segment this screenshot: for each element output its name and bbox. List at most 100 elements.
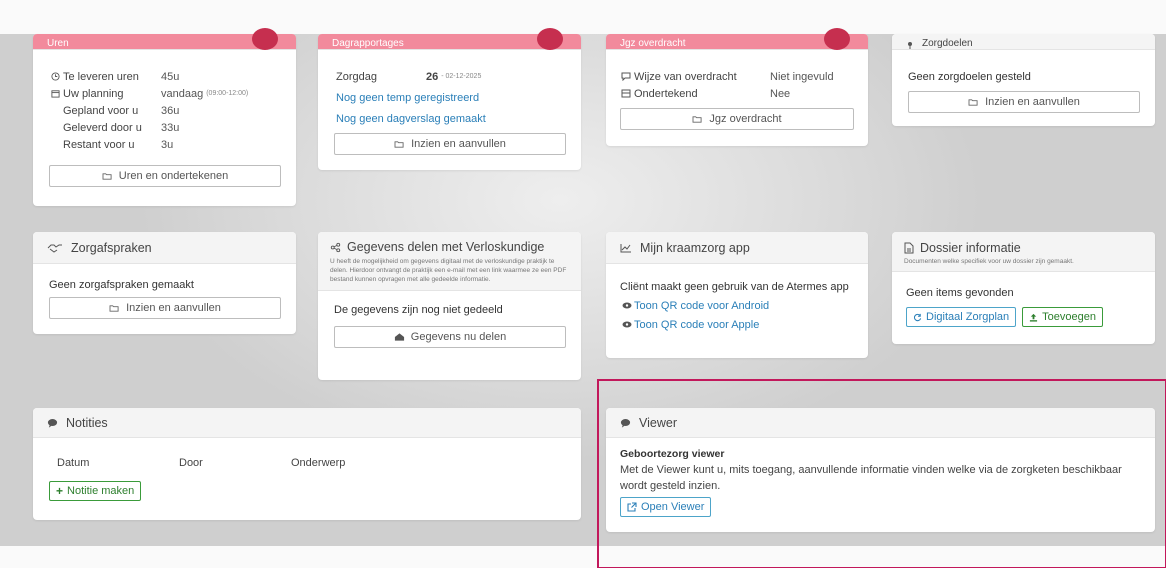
folder-open-icon (109, 304, 120, 313)
badge-icon (537, 28, 563, 50)
uren-card: Uren Te leveren uren 45u Uw planning van… (33, 28, 296, 206)
pin-icon (906, 41, 914, 49)
jgz-card: Jgz overdracht Wijze van overdracht Niet… (606, 28, 868, 146)
notitie-maken-label: Notitie maken (67, 485, 135, 497)
notities-table-header: Datum Door Onderwerp (49, 454, 565, 471)
badge-icon (824, 28, 850, 50)
restant-value: 3u (161, 138, 174, 151)
folder-open-icon (692, 115, 703, 124)
planning-time: (09:00-12:00) (206, 90, 249, 97)
zorgafspraken-card-header: Zorgafspraken (33, 232, 296, 264)
dagrapportages-button-label: Inzien en aanvullen (411, 138, 506, 150)
dagverslag-link[interactable]: Nog geen dagverslag gemaakt (336, 110, 565, 127)
viewer-card: Viewer Geboortezorg viewer Met de Viewer… (606, 408, 1155, 532)
uren-title: Uren (47, 38, 69, 49)
chart-line-icon (620, 243, 632, 253)
viewer-heading: Geboortezorg viewer (620, 448, 725, 460)
table-icon (620, 89, 632, 98)
zorgafspraken-title: Zorgafspraken (71, 240, 152, 255)
dagrapportages-inzien-button[interactable]: Inzien en aanvullen (334, 133, 566, 155)
apple-qr-link[interactable]: Toon QR code voor Apple (634, 319, 759, 331)
document-icon (904, 242, 914, 254)
external-link-icon (627, 502, 637, 512)
jgz-overdracht-button[interactable]: Jgz overdracht (620, 108, 854, 130)
ondertekend-value: Nee (770, 87, 791, 100)
toevoegen-button[interactable]: Toevoegen (1022, 307, 1103, 327)
te-leveren-value: 45u (161, 70, 180, 83)
viewer-text: Met de Viewer kunt u, mits toegang, aanv… (620, 464, 1122, 492)
zorgafspraken-card: Zorgafspraken Geen zorgafspraken gemaakt… (33, 232, 296, 334)
app-status: Cliënt maakt geen gebruik van de Atermes… (620, 280, 849, 293)
gepland-value: 36u (161, 104, 180, 117)
zorgdoelen-empty: Geen zorgdoelen gesteld (908, 70, 1031, 83)
uren-ondertekenen-button[interactable]: Uren en ondertekenen (49, 165, 281, 187)
ondertekend-label: Ondertekend (634, 87, 698, 100)
folder-open-icon (968, 98, 979, 107)
planning-label: Uw planning (63, 87, 124, 100)
share-box-icon (394, 332, 405, 342)
column-onderwerp[interactable]: Onderwerp (291, 457, 345, 469)
column-datum[interactable]: Datum (57, 457, 179, 469)
gegevens-delen-label: Gegevens nu delen (410, 331, 507, 343)
handshake-icon (47, 243, 63, 253)
te-leveren-label: Te leveren uren (63, 70, 139, 83)
digitaal-zorgplan-label: Digitaal Zorgplan (926, 311, 1010, 323)
column-door[interactable]: Door (179, 457, 291, 469)
zorgdoelen-inzien-button[interactable]: Inzien en aanvullen (908, 91, 1140, 113)
folder-open-icon (394, 140, 405, 149)
dossier-title: Dossier informatie (920, 241, 1021, 255)
verloskundige-card-header: Gegevens delen met Verloskundige U heeft… (318, 232, 581, 291)
eye-icon (620, 321, 634, 328)
notities-title: Notities (66, 415, 108, 430)
share-icon (330, 242, 341, 253)
dossier-card: Dossier informatie Documenten welke spec… (892, 232, 1155, 344)
dagrapportages-card: Dagrapportages Zorgdag 26 - 02-12-2025 N… (318, 28, 581, 170)
toevoegen-label: Toevoegen (1042, 311, 1096, 323)
geleverd-value: 33u (161, 121, 180, 134)
zorgdoelen-card-header: Zorgdoelen (892, 34, 1155, 50)
geleverd-label: Geleverd door u (63, 121, 142, 134)
clock-icon (49, 72, 61, 81)
upload-icon (1029, 313, 1038, 322)
digitaal-zorgplan-button[interactable]: Digitaal Zorgplan (906, 307, 1017, 327)
zorgafspraken-inzien-button[interactable]: Inzien en aanvullen (49, 297, 281, 319)
open-viewer-label: Open Viewer (641, 501, 705, 513)
zorgdag-label: Zorgdag (336, 70, 377, 83)
verloskundige-status: De gegevens zijn nog niet gedeeld (334, 303, 503, 316)
zorgdoelen-button-label: Inzien en aanvullen (985, 96, 1080, 108)
gepland-label: Gepland voor u (63, 104, 139, 117)
temp-link[interactable]: Nog geen temp geregistreerd (336, 89, 565, 106)
viewer-card-header: Viewer (606, 408, 1155, 438)
dagrapportages-title: Dagrapportages (332, 38, 404, 49)
viewer-title: Viewer (639, 415, 677, 430)
planning-value: vandaag (161, 87, 204, 100)
wijze-label: Wijze van overdracht (634, 70, 737, 83)
folder-open-icon (102, 172, 113, 181)
eye-icon (620, 302, 634, 309)
dossier-empty: Geen items gevonden (906, 286, 1014, 299)
app-card-header: Mijn kraamzorg app (606, 232, 868, 264)
comment-icon (620, 418, 631, 428)
android-qr-link[interactable]: Toon QR code voor Android (634, 300, 769, 312)
jgz-card-header: Jgz overdracht (606, 28, 868, 50)
zorgdag-number: 26 (426, 70, 439, 83)
app-card: Mijn kraamzorg app Cliënt maakt geen geb… (606, 232, 868, 358)
calendar-icon (49, 89, 61, 98)
wijze-value: Niet ingevuld (770, 70, 834, 83)
top-strip (0, 0, 1166, 34)
restant-label: Restant voor u (63, 138, 135, 151)
uren-card-header: Uren (33, 28, 296, 50)
zorgdoelen-title: Zorgdoelen (922, 38, 973, 49)
dossier-card-header: Dossier informatie Documenten welke spec… (892, 232, 1155, 272)
uren-button-label: Uren en ondertekenen (118, 170, 229, 182)
open-viewer-button[interactable]: Open Viewer (620, 497, 712, 517)
badge-icon (252, 28, 278, 50)
app-title: Mijn kraamzorg app (640, 240, 750, 255)
zorgdag-date: - 02-12-2025 (441, 73, 482, 80)
zorgafspraken-empty: Geen zorgafspraken gemaakt (49, 278, 194, 291)
dagrapportages-card-header: Dagrapportages (318, 28, 581, 50)
zorgdoelen-card: Zorgdoelen Geen zorgdoelen gesteld Inzie… (892, 34, 1155, 126)
verloskundige-card: Gegevens delen met Verloskundige U heeft… (318, 232, 581, 380)
notitie-maken-button[interactable]: + Notitie maken (49, 481, 142, 501)
gegevens-delen-button[interactable]: Gegevens nu delen (334, 326, 566, 348)
